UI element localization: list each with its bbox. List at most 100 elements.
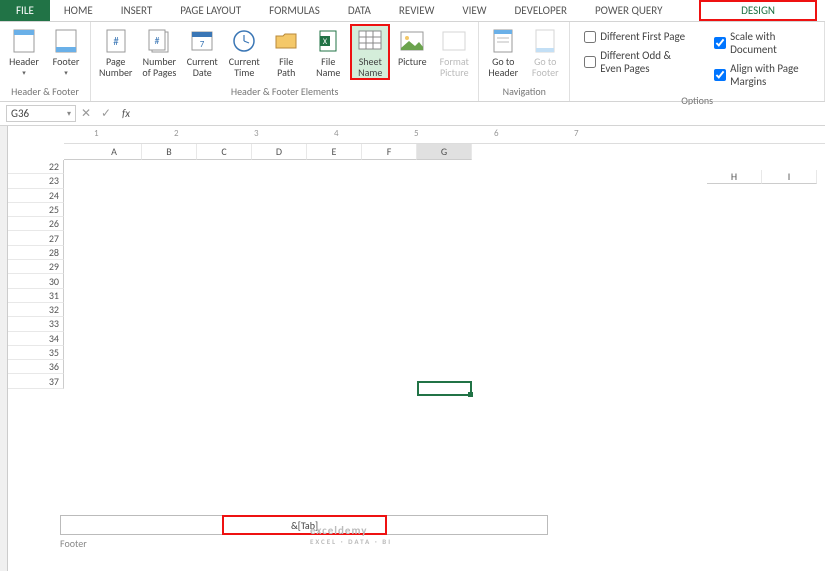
worksheet-area: 22232425262728293031323334353637 1234567… [0, 126, 825, 571]
watermark: exceldemy EXCEL · DATA · BI [310, 524, 392, 546]
group-label: Header & Footer Elements [95, 85, 474, 100]
page-number-button[interactable]: #Page Number [95, 24, 136, 80]
name-box[interactable]: G36 ▾ [6, 105, 76, 122]
row-header[interactable]: 26 [8, 217, 64, 231]
row-header[interactable]: 23 [8, 174, 64, 188]
btn-label: Current Time [229, 56, 260, 78]
number-of-pages-icon: # [145, 27, 173, 55]
ruler-mark: 5 [414, 128, 419, 139]
tab-developer[interactable]: DEVELOPER [501, 0, 581, 21]
checkbox-icon[interactable] [584, 31, 596, 43]
align-with-margins-checkbox[interactable]: Align with Page Margins [714, 62, 810, 88]
btn-label: Sheet Name [358, 56, 382, 78]
tab-design[interactable]: DESIGN [699, 0, 817, 21]
tab-formulas[interactable]: FORMULAS [255, 0, 334, 21]
row-header[interactable]: 35 [8, 346, 64, 360]
dropdown-icon[interactable]: ▾ [67, 109, 71, 119]
different-first-page-checkbox[interactable]: Different First Page [584, 30, 692, 43]
column-header[interactable]: F [362, 144, 417, 160]
row-header[interactable]: 36 [8, 360, 64, 374]
goto-footer-icon [531, 27, 559, 55]
column-header[interactable]: H [707, 170, 762, 184]
group-label: Navigation [483, 85, 565, 100]
row-header[interactable]: 28 [8, 246, 64, 260]
row-header[interactable]: 29 [8, 260, 64, 274]
checkbox-icon[interactable] [714, 69, 726, 81]
goto-header-button[interactable]: Go to Header [483, 24, 523, 80]
left-gutter [0, 126, 8, 571]
footer-icon [52, 27, 80, 55]
formula-input[interactable] [136, 105, 825, 122]
tab-insert[interactable]: INSERT [107, 0, 167, 21]
column-header[interactable]: C [197, 144, 252, 160]
row-header[interactable]: 33 [8, 317, 64, 331]
row-header[interactable]: 25 [8, 203, 64, 217]
checkbox-icon[interactable] [714, 37, 726, 49]
number-of-pages-button[interactable]: #Number of Pages [138, 24, 180, 80]
enter-icon[interactable]: ✓ [96, 106, 116, 121]
active-cell[interactable] [417, 381, 472, 396]
tab-data[interactable]: DATA [334, 0, 385, 21]
column-header[interactable]: A [87, 144, 142, 160]
group-options: Different First Page Different Odd & Eve… [570, 22, 825, 101]
header-button[interactable]: Header▾ [4, 24, 44, 79]
picture-button[interactable]: Picture [392, 24, 432, 69]
footer-button[interactable]: Footer▾ [46, 24, 86, 79]
tab-file[interactable]: FILE [0, 0, 50, 21]
row-header[interactable]: 22 [8, 160, 64, 174]
goto-footer-button: Go to Footer [525, 24, 565, 80]
btn-label: File Path [277, 56, 295, 78]
horizontal-ruler: 1234567 [64, 126, 825, 144]
column-header[interactable]: B [142, 144, 197, 160]
scale-with-document-checkbox[interactable]: Scale with Document [714, 30, 810, 56]
column-header[interactable]: E [307, 144, 362, 160]
cancel-icon[interactable]: ✕ [76, 106, 96, 121]
name-box-text: G36 [11, 107, 29, 120]
picture-icon [398, 27, 426, 55]
tab-page-layout[interactable]: PAGE LAYOUT [166, 0, 255, 21]
column-header[interactable]: I [762, 170, 817, 184]
format-picture-icon [440, 27, 468, 55]
row-header[interactable]: 30 [8, 274, 64, 288]
row-header[interactable]: 37 [8, 374, 64, 388]
row-header[interactable]: 31 [8, 289, 64, 303]
btn-label: Go to Footer [532, 56, 559, 78]
row-header[interactable]: 34 [8, 332, 64, 346]
row-header[interactable]: 32 [8, 303, 64, 317]
current-date-button[interactable]: 7Current Date [182, 24, 222, 80]
checkbox-icon[interactable] [584, 56, 596, 68]
ruler-mark: 4 [334, 128, 339, 139]
file-name-button[interactable]: XFile Name [308, 24, 348, 80]
group-header-footer: Header▾ Footer▾ Header & Footer [0, 22, 91, 101]
footer-right-segment[interactable] [386, 516, 547, 534]
btn-label: Picture [398, 56, 427, 67]
file-path-button[interactable]: File Path [266, 24, 306, 80]
ruler-mark: 2 [174, 128, 179, 139]
calendar-icon: 7 [188, 27, 216, 55]
watermark-sub: EXCEL · DATA · BI [310, 537, 392, 546]
svg-text:7: 7 [200, 39, 205, 50]
column-header[interactable]: G [417, 144, 472, 160]
current-time-button[interactable]: Current Time [224, 24, 264, 80]
footer-left-segment[interactable] [61, 516, 223, 534]
fx-icon[interactable]: fx [116, 107, 136, 120]
column-header[interactable]: D [252, 144, 307, 160]
row-header[interactable]: 27 [8, 231, 64, 245]
dropdown-icon: ▾ [22, 68, 26, 77]
row-header[interactable]: 24 [8, 189, 64, 203]
tab-home[interactable]: HOME [50, 0, 107, 21]
folder-icon [272, 27, 300, 55]
tab-view[interactable]: VIEW [448, 0, 500, 21]
btn-label: Page Number [99, 56, 132, 78]
different-odd-even-checkbox[interactable]: Different Odd & Even Pages [584, 49, 692, 75]
tab-review[interactable]: REVIEW [385, 0, 449, 21]
btn-label: File Name [316, 56, 340, 78]
group-label: Header & Footer [4, 85, 86, 100]
ruler-mark: 3 [254, 128, 259, 139]
group-elements: #Page Number #Number of Pages 7Current D… [91, 22, 479, 101]
sheet-name-button[interactable]: Sheet Name [350, 24, 390, 80]
page-number-icon: # [102, 27, 130, 55]
tab-power-query[interactable]: POWER QUERY [581, 0, 676, 21]
btn-label: Format Picture [440, 56, 469, 78]
footer-section[interactable]: &[Tab] [60, 515, 548, 535]
